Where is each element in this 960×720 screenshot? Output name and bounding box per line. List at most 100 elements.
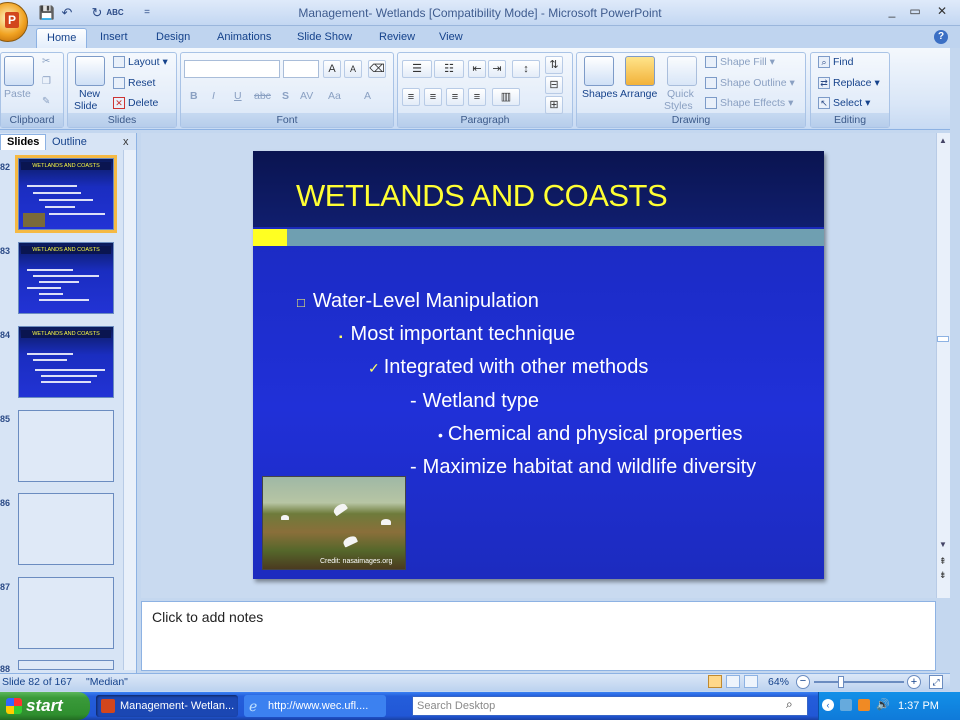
slide-thumbnail-85[interactable] bbox=[18, 410, 114, 482]
slide-thumbnail-86[interactable] bbox=[18, 493, 114, 565]
columns-icon[interactable]: ▥ bbox=[492, 88, 520, 106]
bullet-level-4[interactable]: - Wetland type bbox=[410, 390, 539, 413]
tab-insert[interactable]: Insert bbox=[90, 28, 138, 48]
char-spacing-button[interactable]: AV bbox=[300, 90, 313, 102]
bullets-icon[interactable]: ☰ bbox=[402, 60, 432, 78]
tab-home[interactable]: Home bbox=[36, 28, 88, 48]
find-button[interactable]: ⌕ Find bbox=[818, 56, 853, 69]
slide-title[interactable]: WETLANDS AND COASTS bbox=[296, 178, 668, 214]
numbering-icon[interactable]: ☷ bbox=[434, 60, 464, 78]
select-button[interactable]: ↖ Select ▾ bbox=[818, 97, 870, 110]
shape-fill-button[interactable]: Shape Fill ▾ bbox=[705, 56, 775, 69]
zoom-slider[interactable] bbox=[814, 681, 904, 683]
tab-outline-pane[interactable]: Outline bbox=[46, 135, 93, 150]
tab-animations[interactable]: Animations bbox=[207, 28, 281, 48]
smartart-icon[interactable]: ⊞ bbox=[545, 96, 563, 114]
font-color-button[interactable]: A bbox=[364, 90, 371, 102]
slide-thumbnail-88[interactable] bbox=[18, 660, 114, 670]
increase-indent-icon[interactable]: ⇥ bbox=[488, 60, 506, 78]
zoom-out-button[interactable]: − bbox=[796, 675, 810, 689]
next-slide-icon[interactable]: ⇟ bbox=[939, 570, 947, 581]
align-right-icon[interactable]: ≡ bbox=[446, 88, 464, 106]
change-case-button[interactable]: Aa bbox=[328, 90, 341, 102]
taskbar-item-powerpoint[interactable]: Management- Wetlan... bbox=[96, 695, 238, 717]
italic-button[interactable]: I bbox=[212, 90, 215, 102]
line-spacing-icon[interactable]: ↕ bbox=[512, 60, 540, 78]
shapes-button[interactable]: Shapes bbox=[582, 88, 618, 100]
slide-thumbnail-82[interactable]: WETLANDS AND COASTS bbox=[15, 155, 117, 233]
zoom-in-button[interactable]: + bbox=[907, 675, 921, 689]
wetland-birds-photo[interactable] bbox=[262, 476, 406, 570]
delete-button[interactable]: ✕ Delete bbox=[113, 97, 158, 110]
align-left-icon[interactable]: ≡ bbox=[402, 88, 420, 106]
bullet-level-1[interactable]: □ Water-Level Manipulation bbox=[297, 290, 539, 313]
tab-design[interactable]: Design bbox=[146, 28, 200, 48]
bullet-level-2[interactable]: ▪ Most important technique bbox=[339, 323, 575, 346]
arrange-button[interactable]: Arrange bbox=[620, 88, 657, 100]
new-slide-icon[interactable] bbox=[75, 56, 105, 86]
underline-button[interactable]: U bbox=[234, 90, 242, 102]
layout-button[interactable]: Layout ▾ bbox=[113, 56, 168, 69]
slide-vertical-scrollbar[interactable] bbox=[936, 133, 950, 598]
tab-review[interactable]: Review bbox=[369, 28, 425, 48]
shadow-button[interactable]: S bbox=[282, 90, 289, 102]
new-slide-label[interactable]: New bbox=[79, 88, 100, 100]
previous-slide-icon[interactable]: ⇞ bbox=[939, 556, 947, 567]
tab-slides-pane[interactable]: Slides bbox=[0, 134, 47, 150]
minimize-button[interactable]: _ bbox=[882, 4, 902, 20]
search-icon[interactable]: ⌕ bbox=[786, 697, 793, 712]
align-text-icon[interactable]: ⊟ bbox=[545, 76, 563, 94]
normal-view-icon[interactable] bbox=[708, 675, 722, 688]
align-center-icon[interactable]: ≡ bbox=[424, 88, 442, 106]
close-button[interactable]: ✕ bbox=[932, 4, 952, 20]
scroll-thumb[interactable] bbox=[937, 336, 949, 342]
paste-icon[interactable] bbox=[4, 56, 34, 86]
clear-formatting-icon[interactable]: ⌫ bbox=[368, 60, 386, 78]
help-icon[interactable]: ? bbox=[934, 30, 948, 44]
taskbar-item-browser[interactable]: ℯ http://www.wec.ufl.... bbox=[244, 695, 386, 717]
reset-button[interactable]: Reset bbox=[113, 77, 155, 90]
slide-thumbnail-84[interactable]: WETLANDS AND COASTS bbox=[18, 326, 114, 398]
slides-pane-scrollbar[interactable] bbox=[123, 150, 136, 670]
shapes-icon[interactable] bbox=[584, 56, 614, 86]
arrange-icon[interactable] bbox=[625, 56, 655, 86]
tray-expand-icon[interactable]: ‹ bbox=[822, 699, 834, 711]
slide-thumbnail-83[interactable]: WETLANDS AND COASTS bbox=[18, 242, 114, 314]
shrink-font-button[interactable]: A bbox=[344, 60, 362, 78]
bullet-level-4b[interactable]: - Maximize habitat and wildlife diversity bbox=[410, 456, 756, 479]
tray-app-icon[interactable] bbox=[858, 699, 870, 711]
font-name-box[interactable] bbox=[184, 60, 280, 78]
tab-view[interactable]: View bbox=[429, 28, 473, 48]
quick-styles-label-2[interactable]: Styles bbox=[664, 100, 693, 112]
format-painter-icon[interactable]: ✎ bbox=[42, 96, 50, 107]
strikethrough-button[interactable]: abc bbox=[254, 90, 271, 102]
bullet-level-3[interactable]: ✓ Integrated with other methods bbox=[368, 356, 648, 379]
scroll-down-icon[interactable]: ▼ bbox=[939, 540, 947, 549]
bullet-level-5[interactable]: • Chemical and physical properties bbox=[438, 423, 743, 446]
network-icon[interactable] bbox=[840, 699, 852, 711]
close-pane-icon[interactable]: x bbox=[123, 136, 129, 148]
volume-icon[interactable]: 🔊 bbox=[876, 698, 890, 711]
font-size-box[interactable] bbox=[283, 60, 319, 78]
tab-slide-show[interactable]: Slide Show bbox=[287, 28, 362, 48]
copy-icon[interactable]: ❐ bbox=[42, 76, 51, 87]
shape-effects-button[interactable]: Shape Effects ▾ bbox=[705, 97, 793, 110]
slide-show-icon[interactable] bbox=[744, 675, 758, 688]
new-slide-label-2[interactable]: Slide bbox=[74, 100, 97, 112]
zoom-level[interactable]: 64% bbox=[768, 676, 789, 688]
notes-placeholder[interactable]: Click to add notes bbox=[152, 609, 263, 625]
slide-sorter-icon[interactable] bbox=[726, 675, 740, 688]
start-button[interactable]: start bbox=[0, 692, 90, 720]
restore-button[interactable]: ▭ bbox=[905, 4, 925, 20]
decrease-indent-icon[interactable]: ⇤ bbox=[468, 60, 486, 78]
grow-font-button[interactable]: A bbox=[323, 60, 341, 78]
bold-button[interactable]: B bbox=[190, 90, 198, 102]
scroll-up-icon[interactable]: ▲ bbox=[939, 136, 947, 145]
search-desktop-input[interactable]: Search Desktop bbox=[412, 696, 808, 716]
text-direction-icon[interactable]: ⇅ bbox=[545, 56, 563, 74]
quick-styles-label[interactable]: Quick bbox=[667, 88, 694, 100]
quick-styles-icon[interactable] bbox=[667, 56, 697, 86]
replace-button[interactable]: ⇄ Replace ▾ bbox=[818, 77, 880, 90]
cut-icon[interactable]: ✂ bbox=[42, 56, 50, 67]
shape-outline-button[interactable]: Shape Outline ▾ bbox=[705, 77, 795, 90]
